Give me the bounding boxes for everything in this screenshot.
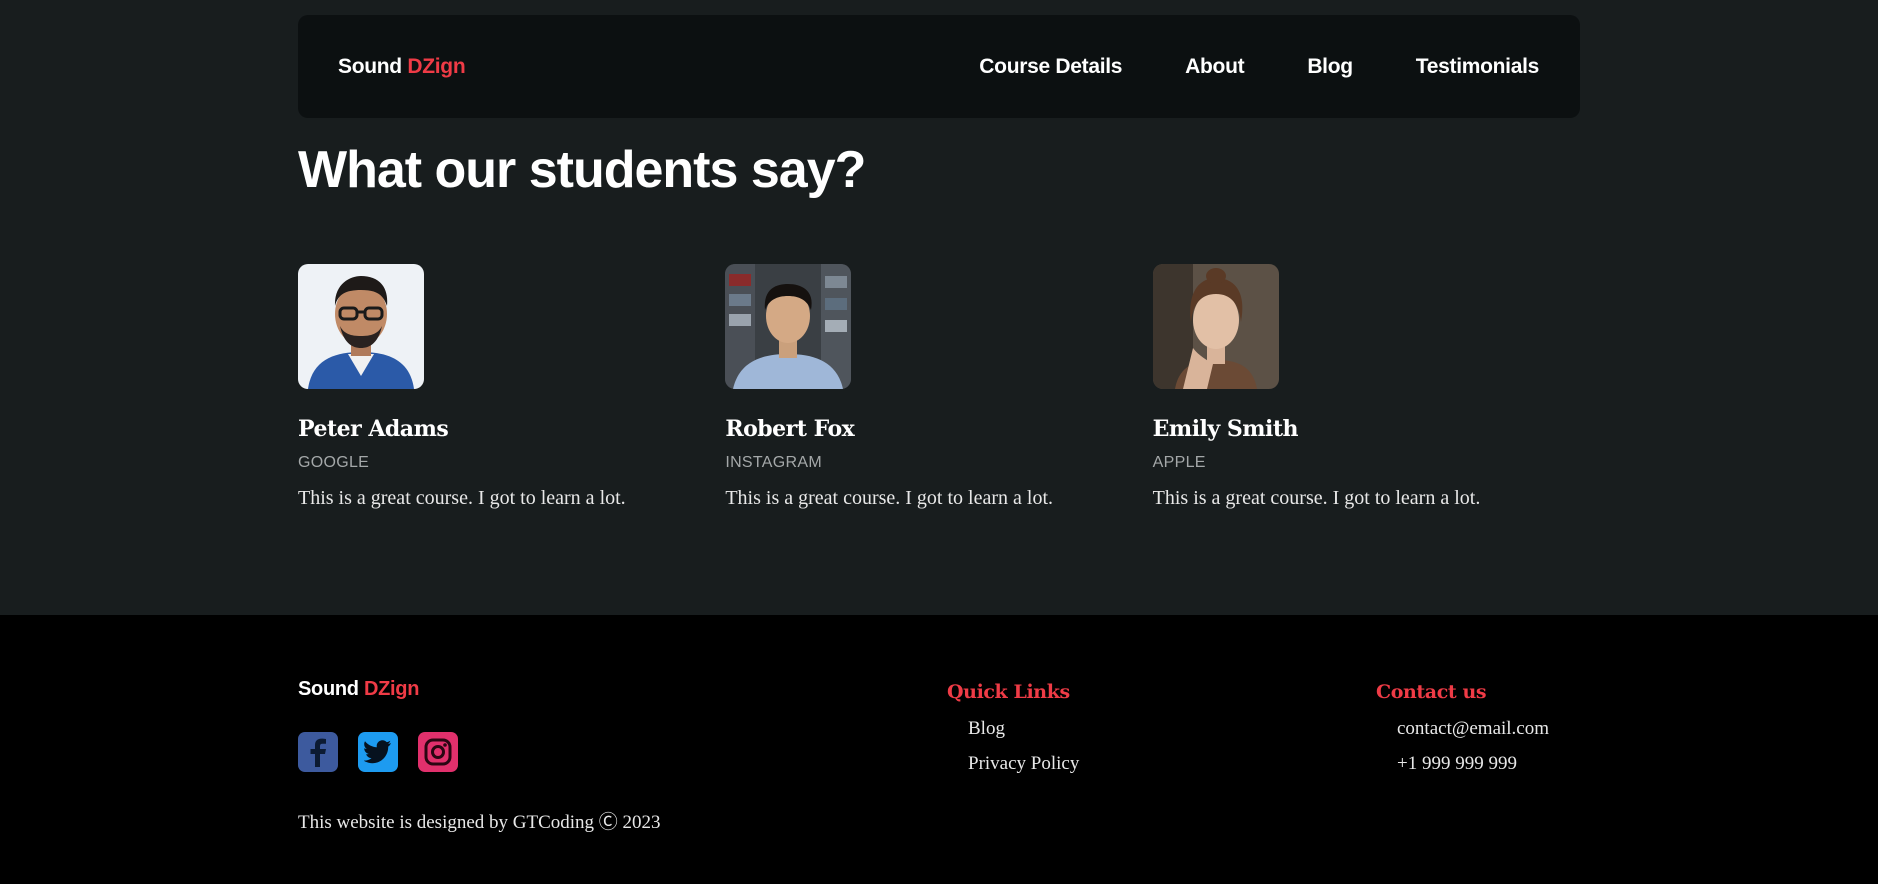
footer-link-privacy-policy[interactable]: Privacy Policy — [968, 753, 1079, 775]
testimonial-company: INSTAGRAM — [725, 454, 822, 471]
testimonial-card: Peter Adams GOOGLE This is a great cours… — [298, 264, 725, 510]
footer-link-blog[interactable]: Blog — [968, 718, 1079, 740]
nav-link-blog[interactable]: Blog — [1307, 55, 1353, 79]
nav-link-about[interactable]: About — [1185, 55, 1244, 79]
footer-brand-primary: Sound — [298, 678, 359, 700]
brand-logo[interactable]: Sound DZign — [338, 54, 466, 79]
instagram-icon[interactable] — [418, 732, 458, 772]
footer: Sound DZign This website is designed by … — [0, 615, 1878, 884]
footer-brand-logo[interactable]: Sound DZign — [298, 678, 419, 701]
social-links — [298, 732, 458, 772]
avatar — [298, 264, 424, 389]
twitter-icon[interactable] — [358, 732, 398, 772]
brand-accent: DZign — [407, 54, 466, 78]
testimonial-name: Robert Fox — [725, 416, 855, 442]
nav-link-testimonials[interactable]: Testimonials — [1416, 55, 1540, 79]
testimonial-card: Robert Fox INSTAGRAM This is a great cou… — [725, 264, 1152, 510]
testimonial-company: GOOGLE — [298, 454, 370, 471]
contact-phone[interactable]: +1 999 999 999 — [1397, 753, 1549, 775]
testimonial-name: Emily Smith — [1152, 416, 1299, 442]
brand-primary: Sound — [338, 54, 402, 78]
contact-email[interactable]: contact@email.com — [1397, 718, 1549, 740]
testimonials-list: Peter Adams GOOGLE This is a great cours… — [298, 264, 1580, 510]
testimonial-card: Emily Smith APPLE This is a great course… — [1152, 264, 1580, 510]
contact-column: Contact us contact@email.com +1 999 999 … — [1376, 681, 1549, 775]
contact-list: contact@email.com +1 999 999 999 — [1376, 718, 1549, 775]
quick-links-title: Quick Links — [947, 681, 1070, 703]
contact-title: Contact us — [1376, 681, 1487, 703]
testimonial-company: APPLE — [1152, 454, 1206, 471]
section-title: What our students say? — [298, 141, 866, 199]
avatar — [1152, 264, 1279, 389]
navbar: Sound DZign Course Details About Blog Te… — [298, 15, 1580, 118]
nav-links: Course Details About Blog Testimonials — [979, 55, 1539, 79]
nav-link-course-details[interactable]: Course Details — [979, 55, 1122, 79]
footer-brand-accent: DZign — [363, 678, 420, 700]
quick-links-column: Quick Links Blog Privacy Policy — [947, 681, 1079, 775]
copyright-text: This website is designed by GTCoding Ⓒ 2… — [298, 812, 661, 833]
quick-links-list: Blog Privacy Policy — [947, 718, 1079, 775]
testimonial-quote: This is a great course. I got to learn a… — [725, 487, 1054, 509]
testimonial-quote: This is a great course. I got to learn a… — [298, 487, 626, 509]
testimonial-quote: This is a great course. I got to learn a… — [1152, 487, 1481, 509]
facebook-icon[interactable] — [298, 732, 338, 772]
avatar — [725, 264, 852, 389]
testimonial-name: Peter Adams — [298, 416, 449, 442]
